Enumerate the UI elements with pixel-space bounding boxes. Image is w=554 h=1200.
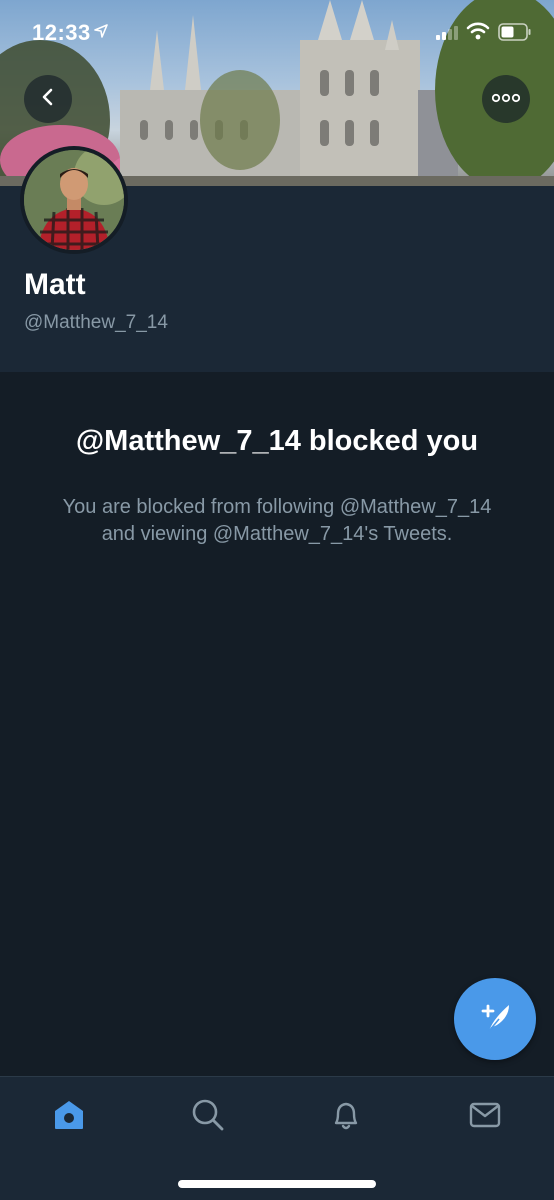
profile-screen: 12:33 Matt @Matthew_7_14 @Matthew_7_14 b… (0, 0, 554, 1200)
profile-name: Matt (24, 268, 86, 301)
blocked-title: @Matthew_7_14 blocked you (75, 425, 479, 457)
tab-notifications[interactable] (316, 1095, 376, 1139)
back-button[interactable] (24, 75, 72, 123)
home-indicator[interactable] (178, 1180, 376, 1188)
avatar[interactable] (20, 146, 128, 254)
status-bar: 12:33 (0, 0, 554, 60)
cellular-signal-icon (436, 26, 458, 45)
profile-handle: @Matthew_7_14 (24, 312, 168, 333)
blocked-message: @Matthew_7_14 blocked you You are blocke… (60, 422, 494, 548)
more-dots-icon (491, 90, 521, 108)
search-icon (191, 1098, 225, 1137)
tab-search[interactable] (178, 1095, 238, 1139)
tab-home[interactable] (39, 1095, 99, 1139)
location-arrow-icon (94, 24, 108, 43)
home-icon (52, 1098, 86, 1137)
compose-tweet-button[interactable] (454, 978, 536, 1060)
messages-envelope-icon (468, 1098, 502, 1137)
wifi-icon (466, 22, 490, 45)
blocked-description: You are blocked from following @Matthew_… (62, 496, 492, 545)
notifications-bell-icon (329, 1098, 363, 1137)
compose-feather-icon (475, 997, 515, 1042)
more-options-button[interactable] (482, 75, 530, 123)
chevron-left-icon (38, 87, 58, 112)
battery-icon (498, 23, 532, 46)
status-time: 12:33 (32, 20, 91, 45)
tab-messages[interactable] (455, 1095, 515, 1139)
